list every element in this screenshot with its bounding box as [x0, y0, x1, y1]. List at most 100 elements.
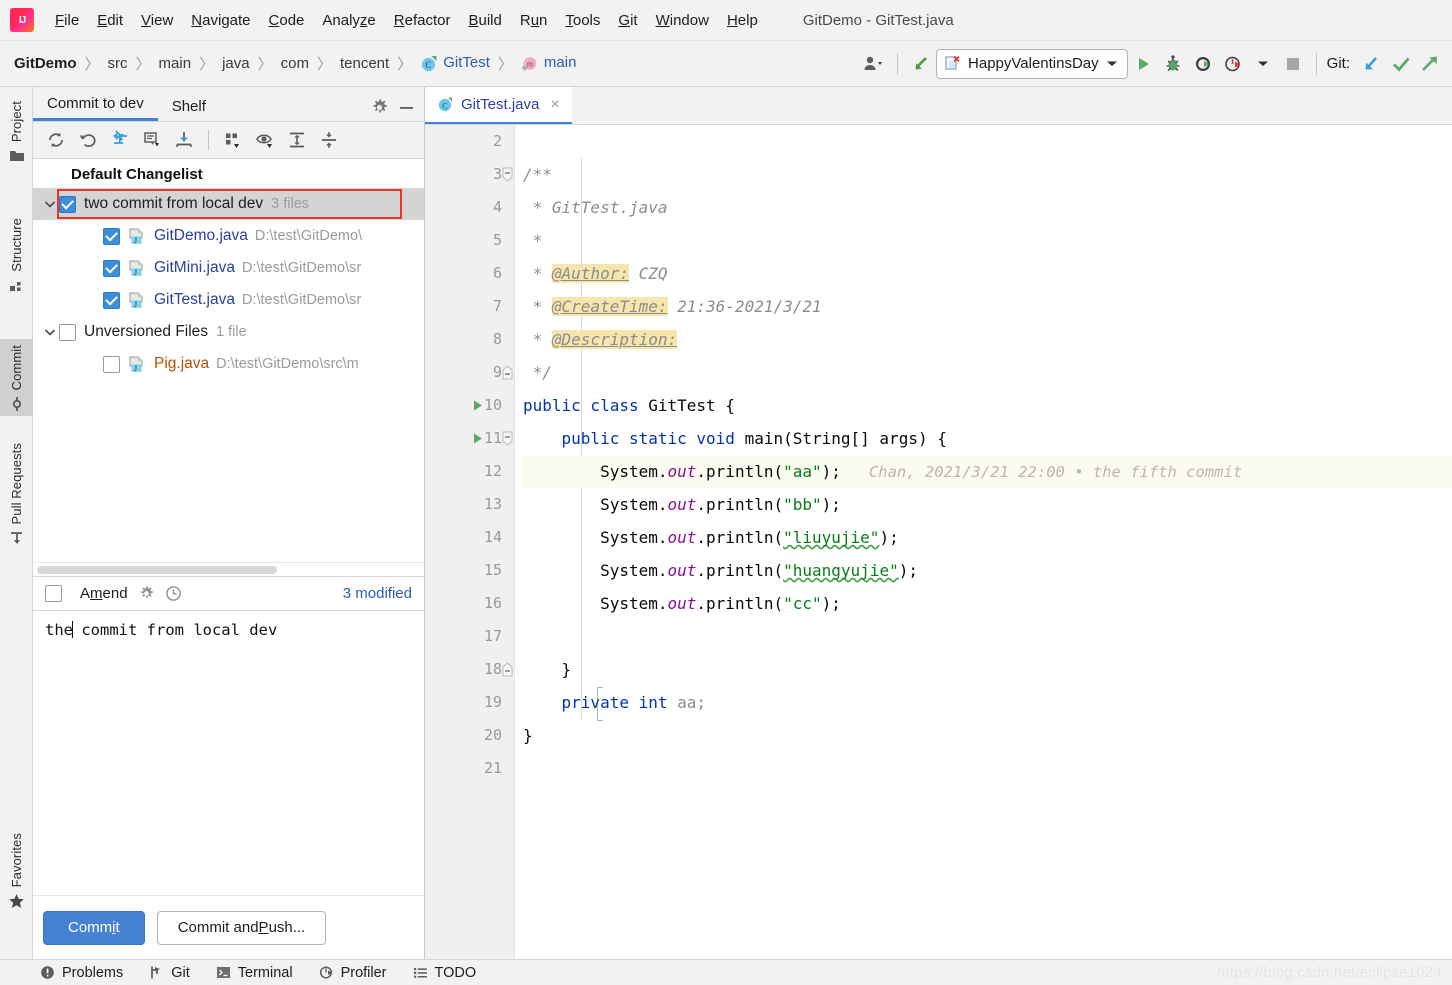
menu-item-view[interactable]: View	[132, 8, 182, 33]
chevron-down-icon[interactable]	[41, 200, 59, 209]
fold-end-icon[interactable]	[501, 653, 514, 686]
editor-gutter[interactable]: 2 3 4 5 6 7 8 9 10 11 12 13 14 15 16 17 18 19 20 21	[425, 125, 515, 959]
menu-item-file[interactable]: File	[46, 8, 88, 33]
menu-item-help[interactable]: Help	[718, 8, 767, 33]
shelve-silently-icon[interactable]	[169, 126, 199, 154]
editor-code[interactable]: /** * GitTest.java * * @Author: CZQ * @C…	[507, 125, 1452, 959]
run-configuration-selector[interactable]: HappyValentinsDay	[936, 48, 1128, 79]
gear-icon[interactable]	[370, 98, 389, 117]
tab-commit-to-dev[interactable]: Commit to dev	[33, 91, 158, 121]
code-editor[interactable]: 2 3 4 5 6 7 8 9 10 11 12 13 14 15 16 17 18 19 20 21 /** * G…	[425, 125, 1452, 959]
code-line[interactable]: public class GitTest {	[523, 389, 1452, 422]
modified-count-link[interactable]: 3 modified	[343, 585, 412, 602]
breadcrumb-item-main[interactable]: m main	[521, 54, 576, 72]
gear-icon[interactable]	[138, 585, 155, 602]
close-icon[interactable]: ×	[550, 96, 559, 114]
gutter-run-icon[interactable]	[471, 389, 484, 422]
unversioned-checkbox[interactable]	[59, 323, 76, 341]
changelist-row[interactable]: two commit from local dev 3 files	[33, 188, 424, 220]
refresh-icon[interactable]	[41, 126, 71, 154]
editor-tab-gittest[interactable]: C GitTest.java ×	[425, 87, 572, 124]
rollback-icon[interactable]	[73, 126, 103, 154]
changelist-checkbox[interactable]	[59, 195, 76, 213]
table-row[interactable]: J GitMini.java D:\test\GitDemo\sr	[33, 252, 424, 284]
history-clock-icon[interactable]	[165, 585, 182, 602]
code-line[interactable]: /**	[523, 158, 1452, 191]
fold-end-icon[interactable]	[501, 356, 514, 389]
sidebar-item-pull-requests[interactable]: Pull Requests	[0, 437, 33, 550]
expand-all-icon[interactable]	[282, 126, 312, 154]
sidebar-item-project[interactable]: Project	[0, 95, 33, 166]
chevron-down-icon[interactable]	[1248, 49, 1278, 79]
sidebar-item-favorites[interactable]: Favorites	[0, 827, 33, 913]
fold-start-icon[interactable]	[501, 422, 514, 455]
menu-item-build[interactable]: Build	[459, 8, 510, 33]
chevron-down-icon[interactable]	[41, 328, 59, 337]
menu-item-code[interactable]: Code	[260, 8, 314, 33]
commit-message-input[interactable]: the commit from local dev	[33, 610, 424, 895]
breadcrumb-item-java[interactable]: java	[222, 55, 250, 72]
scrollbar-thumb[interactable]	[37, 566, 277, 574]
code-line[interactable]: System.out.println("huangyujie");	[523, 554, 1452, 587]
code-line[interactable]: * GitTest.java	[523, 191, 1452, 224]
file-checkbox[interactable]	[103, 227, 120, 245]
menu-item-git[interactable]: Git	[609, 8, 646, 33]
code-line[interactable]: * @Description:	[523, 323, 1452, 356]
user-dropdown-icon[interactable]	[859, 49, 889, 79]
status-item-git[interactable]: Git	[149, 965, 190, 981]
code-line[interactable]: private int aa;	[523, 686, 1452, 719]
file-checkbox[interactable]	[103, 291, 120, 309]
code-line[interactable]: public static void main(String[] args) {	[523, 422, 1452, 455]
unversioned-files-row[interactable]: Unversioned Files 1 file	[33, 316, 424, 348]
menu-item-window[interactable]: Window	[647, 8, 718, 33]
code-line[interactable]: System.out.println("cc");	[523, 587, 1452, 620]
status-item-todo[interactable]: TODO	[413, 965, 476, 981]
git-commit-check-icon[interactable]	[1386, 49, 1416, 79]
breadcrumb-item-com[interactable]: com	[281, 55, 309, 72]
breadcrumb-item-tencent[interactable]: tencent	[340, 55, 389, 72]
table-row[interactable]: J GitDemo.java D:\test\GitDemo\	[33, 220, 424, 252]
breadcrumb-item-gitdemo[interactable]: GitDemo	[14, 55, 77, 72]
menu-item-edit[interactable]: Edit	[88, 8, 132, 33]
table-row[interactable]: J Pig.java D:\test\GitDemo\src\m	[33, 348, 424, 380]
minimize-icon[interactable]	[397, 98, 416, 117]
diff-icon[interactable]	[105, 126, 135, 154]
code-line[interactable]	[523, 752, 1452, 785]
sidebar-item-structure[interactable]: Structure	[0, 212, 33, 296]
code-line[interactable]: */	[523, 356, 1452, 389]
menu-item-navigate[interactable]: Navigate	[182, 8, 259, 33]
code-line[interactable]: System.out.println("bb");	[523, 488, 1452, 521]
status-item-problems[interactable]: Problems	[40, 965, 123, 981]
menu-item-analyze[interactable]: Analyze	[313, 8, 384, 33]
debug-icon[interactable]	[1158, 49, 1188, 79]
fold-start-icon[interactable]	[501, 158, 514, 191]
gutter-run-icon[interactable]	[471, 422, 484, 455]
code-line[interactable]: * @CreateTime: 21:36-2021/3/21	[523, 290, 1452, 323]
file-checkbox[interactable]	[103, 355, 120, 373]
amend-checkbox[interactable]	[45, 585, 62, 602]
table-row[interactable]: J GitTest.java D:\test\GitDemo\sr	[33, 284, 424, 316]
code-line[interactable]	[523, 620, 1452, 653]
status-item-terminal[interactable]: Terminal	[216, 965, 293, 981]
code-line[interactable]	[523, 125, 1452, 158]
breadcrumb-item-src[interactable]: src	[108, 55, 128, 72]
breadcrumb-item-main[interactable]: main	[159, 55, 192, 72]
preview-eye-icon[interactable]	[250, 126, 280, 154]
group-by-icon[interactable]	[218, 126, 248, 154]
tab-shelf[interactable]: Shelf	[158, 94, 220, 121]
show-diff-preview-icon[interactable]	[137, 126, 167, 154]
run-with-coverage-icon[interactable]	[1188, 49, 1218, 79]
menu-item-tools[interactable]: Tools	[556, 8, 609, 33]
status-item-profiler[interactable]: Profiler	[319, 965, 387, 981]
menu-item-refactor[interactable]: Refactor	[385, 8, 460, 33]
code-line[interactable]: System.out.println("liuyujie");	[523, 521, 1452, 554]
git-update-icon[interactable]	[1356, 49, 1386, 79]
commit-and-push-button[interactable]: Commit and Push...	[156, 910, 327, 945]
menu-item-run[interactable]: Run	[511, 8, 557, 33]
code-line[interactable]: }	[523, 719, 1452, 752]
updown-arrow-icon[interactable]	[906, 49, 936, 79]
collapse-all-icon[interactable]	[314, 126, 344, 154]
code-line[interactable]: System.out.println("aa"); Chan, 2021/3/2…	[523, 455, 1452, 488]
code-line[interactable]: }	[523, 653, 1452, 686]
git-push-icon[interactable]	[1416, 49, 1446, 79]
